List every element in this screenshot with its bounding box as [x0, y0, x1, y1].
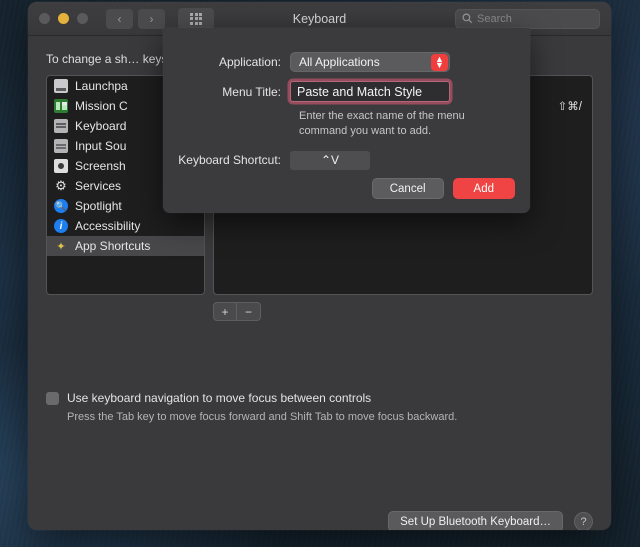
keyboard-shortcut-input[interactable]: ⌃V: [290, 150, 370, 170]
sidebar-item-label: App Shortcuts: [75, 239, 151, 253]
sidebar-item-label: Keyboard: [75, 119, 127, 133]
sidebar-item-label: Input Sou: [75, 139, 127, 153]
spotlight-icon: 🔍: [54, 199, 68, 213]
bottom-actions: Set Up Bluetooth Keyboard… ?: [388, 511, 593, 530]
application-select[interactable]: All Applications ▲ ▼: [290, 52, 450, 72]
keyboard-navigation-label: Use keyboard navigation to move focus be…: [67, 391, 372, 405]
add-shortcut-button[interactable]: +: [213, 302, 237, 321]
keyboard-shortcut-row: Keyboard Shortcut: ⌃V: [163, 150, 530, 170]
accessibility-icon: i: [54, 219, 68, 233]
chevron-updown-icon: ▲ ▼: [431, 54, 448, 71]
add-shortcut-sheet: Application: All Applications ▲ ▼ Menu Ti…: [163, 28, 530, 213]
minimize-button-icon[interactable]: [58, 13, 69, 24]
application-row: Application: All Applications ▲ ▼: [163, 52, 530, 72]
application-select-value: All Applications: [299, 55, 380, 69]
keyboard-navigation-sublabel: Press the Tab key to move focus forward …: [67, 411, 458, 423]
remove-shortcut-button[interactable]: −: [237, 302, 261, 321]
forward-button[interactable]: ›: [138, 8, 165, 29]
traffic-lights: [39, 13, 88, 24]
zoom-button-icon[interactable]: [77, 13, 88, 24]
keyboard-navigation-row: Use keyboard navigation to move focus be…: [46, 391, 593, 405]
add-remove-buttons: + −: [205, 302, 593, 321]
sidebar-item-label: Accessibility: [75, 219, 141, 233]
back-button[interactable]: ‹: [106, 8, 133, 29]
application-label: Application:: [218, 55, 281, 69]
sidebar-item-label: Launchpa: [75, 79, 128, 93]
sidebar-item-label: Services: [75, 179, 122, 193]
menu-title-hint: Enter the exact name of the menu command…: [299, 110, 465, 137]
sheet-action-buttons: Cancel Add: [371, 178, 515, 199]
keyboard-navigation-checkbox[interactable]: [46, 391, 59, 405]
menu-title-row: Menu Title: Paste and Match Style: [163, 81, 530, 102]
sidebar-item-label: Mission C: [75, 99, 128, 113]
grid-icon: [190, 12, 202, 25]
sidebar-item-accessibility[interactable]: i Accessibility: [47, 216, 204, 236]
nav-buttons: ‹ ›: [106, 8, 165, 29]
sidebar-item-label: Screensh: [75, 159, 126, 173]
app-shortcuts-icon: ✦: [56, 240, 66, 253]
shortcut-key-value: ⇧⌘/: [557, 101, 582, 113]
menu-title-input[interactable]: Paste and Match Style: [290, 81, 450, 102]
menu-title-label: Menu Title:: [222, 84, 281, 99]
services-gear-icon: ⚙: [55, 178, 67, 193]
sidebar-item-app-shortcuts[interactable]: ✦ App Shortcuts: [47, 236, 204, 256]
input-sources-icon: [54, 139, 68, 153]
keyboard-icon: [54, 119, 68, 133]
mission-control-icon: [54, 99, 68, 113]
show-all-preferences-button[interactable]: [178, 8, 214, 29]
search-input[interactable]: Search: [455, 8, 600, 29]
search-icon: [462, 13, 473, 24]
keyboard-shortcut-label: Keyboard Shortcut:: [178, 153, 281, 168]
help-button[interactable]: ?: [574, 512, 593, 530]
setup-bluetooth-keyboard-button[interactable]: Set Up Bluetooth Keyboard…: [388, 511, 563, 530]
add-button[interactable]: Add: [452, 178, 515, 199]
menu-title-value: Paste and Match Style: [297, 84, 423, 99]
search-placeholder: Search: [477, 12, 512, 25]
sidebar-item-label: Spotlight: [75, 199, 122, 213]
close-button-icon[interactable]: [39, 13, 50, 24]
keyboard-preferences-window: ‹ › Keyboard Search To change a sh… keys…: [28, 2, 611, 530]
screenshots-icon: [54, 159, 68, 173]
cancel-button[interactable]: Cancel: [371, 178, 444, 199]
launchpad-icon: [54, 79, 68, 93]
